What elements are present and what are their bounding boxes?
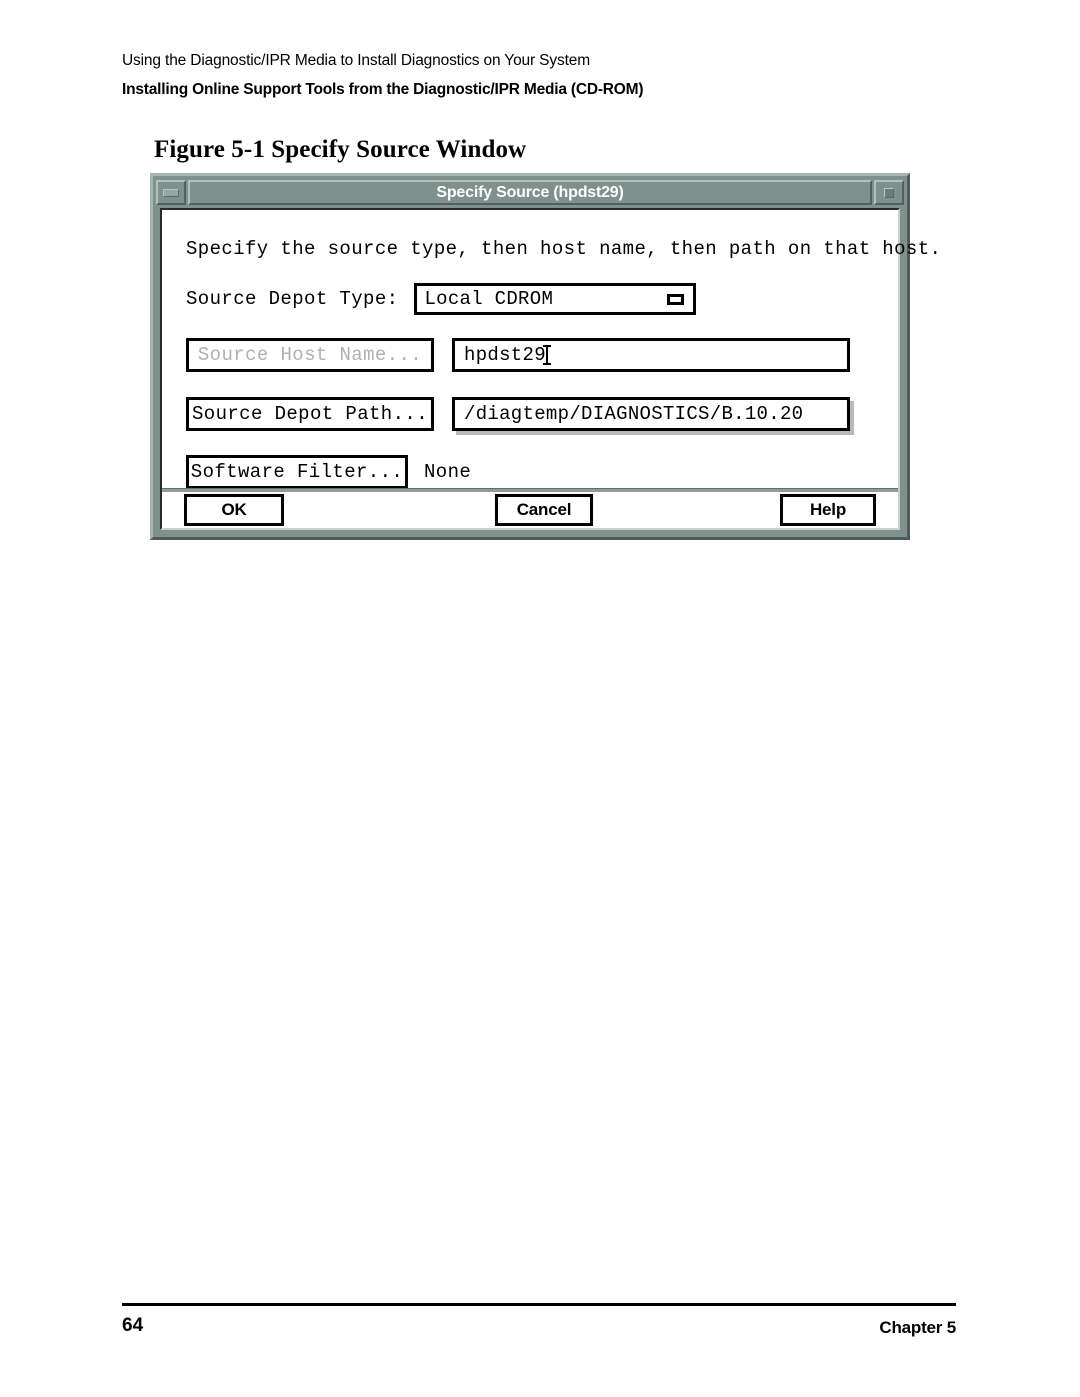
- footer-rule: [122, 1303, 956, 1306]
- dialog-client-area: Specify the source type, then host name,…: [160, 208, 941, 530]
- running-head: Using the Diagnostic/IPR Media to Instal…: [122, 52, 962, 99]
- cancel-button[interactable]: Cancel: [495, 493, 593, 526]
- source-host-name-button[interactable]: Source Host Name...: [186, 338, 434, 372]
- software-filter-button[interactable]: Software Filter...: [186, 455, 408, 489]
- text-caret: [542, 345, 551, 365]
- dialog-inner-frame: Specify Source (hpdst29) Specify the sou…: [156, 179, 941, 534]
- dialog-action-area: OK Cancel Help: [162, 491, 898, 528]
- source-depot-path-value: /diagtemp/DIAGNOSTICS/B.10.20: [464, 403, 804, 425]
- chapter-label: Chapter 5: [879, 1318, 956, 1337]
- maximize-icon[interactable]: [874, 180, 904, 205]
- running-head-line-2: Installing Online Support Tools from the…: [122, 81, 644, 98]
- source-depot-type-label: Source Depot Type:: [186, 288, 399, 310]
- source-depot-path-row: Source Depot Path... /diagtemp/DIAGNOSTI…: [186, 397, 850, 431]
- dialog-title: Specify Source (hpdst29): [188, 180, 872, 205]
- maximize-glyph: [884, 187, 894, 198]
- source-host-name-input[interactable]: hpdst29: [452, 338, 850, 372]
- option-menu-indicator-icon: [667, 293, 685, 305]
- figure-caption: Figure 5-1 Specify Source Window: [154, 136, 527, 163]
- ok-button[interactable]: OK: [184, 493, 284, 526]
- software-filter-value: None: [424, 461, 472, 483]
- source-depot-path-button[interactable]: Source Depot Path...: [186, 397, 434, 431]
- source-depot-path-input[interactable]: /diagtemp/DIAGNOSTICS/B.10.20: [452, 397, 850, 431]
- source-host-name-value: hpdst29: [464, 344, 546, 366]
- dialog-form-area: Specify the source type, then host name,…: [162, 210, 941, 489]
- software-filter-row: Software Filter... None: [186, 455, 471, 489]
- help-button[interactable]: Help: [780, 493, 876, 526]
- specify-source-dialog: Specify Source (hpdst29) Specify the sou…: [150, 173, 941, 540]
- instruction-text: Specify the source type, then host name,…: [186, 238, 942, 260]
- source-host-name-row: Source Host Name... hpdst29: [186, 338, 850, 372]
- running-head-line-1: Using the Diagnostic/IPR Media to Instal…: [122, 52, 590, 69]
- page-number: 64: [122, 1315, 144, 1336]
- source-depot-type-option-menu[interactable]: Local CDROM: [414, 283, 697, 315]
- dialog-titlebar: Specify Source (hpdst29): [156, 179, 904, 206]
- minimize-icon[interactable]: [156, 180, 186, 205]
- minimize-glyph: [163, 188, 179, 197]
- source-depot-type-row: Source Depot Type: Local CDROM: [186, 283, 697, 315]
- source-depot-type-value: Local CDROM: [424, 288, 554, 310]
